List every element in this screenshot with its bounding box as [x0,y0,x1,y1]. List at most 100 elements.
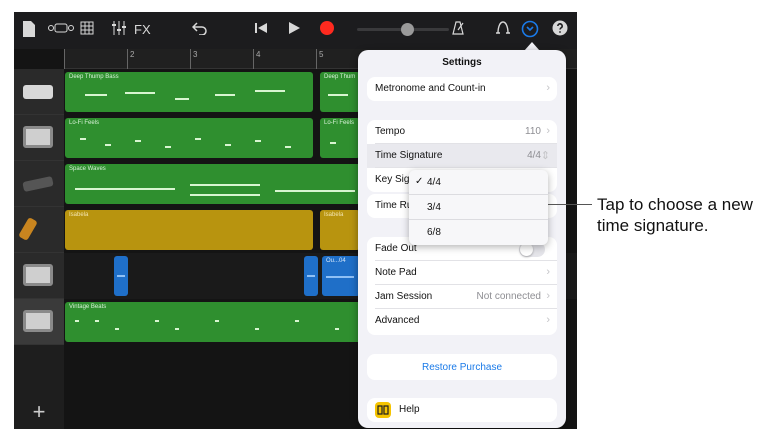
track-header-isabela[interactable] [14,207,64,253]
settings-group-help: Help [367,398,557,422]
help-row[interactable]: Help [367,398,557,422]
maracas-icon [18,216,38,242]
jam-session-value: Not connected [476,291,542,302]
audio-region-out-04[interactable]: Ou...04 [322,256,360,296]
note [190,194,260,196]
track-header-space[interactable] [14,161,64,207]
add-track-button[interactable]: + [28,399,50,425]
undo-icon[interactable] [191,20,208,40]
region-deep-thump-bass[interactable]: Deep Thump Bass [65,72,313,112]
time-signature-option-6-8[interactable]: 6/8 [409,220,548,245]
tempo-label: Tempo [375,126,406,137]
callout-line-1: Tap to choose a new [597,195,753,214]
note [335,328,339,330]
restore-purchase-group: Restore Purchase [367,354,557,380]
track-headers: + [14,69,64,429]
metronome-icon[interactable] [450,20,466,41]
callout-line-2: time signature. [597,216,709,235]
ruler-bar-1-tick [64,49,65,69]
ruler-bar-5: 5 [316,49,323,69]
region-name: Lo-Fi Feels [69,120,100,126]
note [285,146,291,148]
jam-session-row[interactable]: Jam Session Not connected › [367,285,557,309]
region-deep-thump-bass-2[interactable]: Deep Thum [320,72,360,112]
jam-session-label: Jam Session [375,291,433,302]
ruler-bar-4: 4 [253,49,260,69]
note-pad-label: Note Pad [375,267,417,278]
track-header-lofi[interactable] [14,115,64,161]
option-label: 4/4 [427,177,441,188]
note-pad-row[interactable]: Note Pad › [367,261,557,285]
chevron-right-icon: › [546,314,550,326]
track-header-vintage[interactable] [14,299,64,345]
region-isabela-2[interactable]: Isabela [320,210,360,250]
play-icon[interactable] [287,20,301,40]
audio-region[interactable] [304,256,318,296]
synth-keyboard-icon [22,175,54,193]
settings-group-options: Fade Out Note Pad › Jam Session Not conn… [367,237,557,335]
chevron-right-icon: › [546,290,550,302]
region-name: Isabela [69,212,89,218]
track-header-bass[interactable] [14,69,64,115]
fx-button[interactable]: FX [134,20,151,40]
region-lo-fi-feels-2[interactable]: Lo-Fi Feels [320,118,360,158]
note [115,328,119,330]
time-signature-menu: ✓ 4/4 3/4 6/8 [409,170,548,245]
region-space-waves[interactable]: Space Waves [65,164,361,204]
note [175,328,179,330]
ruler-bar-3: 3 [190,49,197,69]
note [80,138,86,140]
ruler-bar-label: 2 [130,50,135,59]
settings-icon[interactable] [521,20,539,43]
time-signature-option-4-4[interactable]: ✓ 4/4 [409,170,548,195]
note [195,138,201,140]
note [155,320,159,322]
note [85,94,107,96]
go-to-beginning-icon[interactable] [254,20,268,40]
note [295,320,299,322]
note [135,140,141,142]
chevron-right-icon: › [546,82,550,94]
time-signature-option-3-4[interactable]: 3/4 [409,195,548,220]
region-name: Isabela [324,212,344,218]
note [255,140,261,142]
volume-slider[interactable] [357,23,449,36]
time-signature-row[interactable]: Time Signature 4/4 ⇕ [367,144,557,168]
volume-slider-knob[interactable] [401,23,414,36]
option-label: 6/8 [427,227,441,238]
region-lo-fi-feels[interactable]: Lo-Fi Feels [65,118,313,158]
help-icon[interactable] [552,20,568,41]
my-songs-icon[interactable] [22,20,36,43]
audio-region[interactable] [114,256,128,296]
record-icon[interactable] [319,20,335,41]
browser-icon[interactable] [48,20,74,41]
loop-browser-icon[interactable] [495,20,511,41]
mixer-icon[interactable] [111,20,127,40]
note [95,320,99,322]
chevron-right-icon: › [546,266,550,278]
note [215,94,235,96]
advanced-row[interactable]: Advanced › [367,309,557,333]
tempo-row[interactable]: Tempo 110 › [367,120,557,144]
keyboard-instrument-icon [23,85,53,99]
note [75,320,79,322]
book-icon [375,402,391,418]
chevron-right-icon: › [546,125,550,137]
drum-machine-icon [23,264,53,286]
note [255,90,285,92]
region-name: Space Waves [69,166,106,172]
ruler-bar-label: 4 [256,50,261,59]
restore-purchase-button[interactable]: Restore Purchase [367,362,557,373]
metronome-count-in-row[interactable]: Metronome and Count-in › [367,77,557,101]
region-isabela[interactable]: Isabela [65,210,313,250]
note [225,144,231,146]
note [190,184,260,186]
chevron-updown-icon: ⇕ [540,150,550,162]
track-header-audio[interactable] [14,253,64,299]
note [328,94,348,96]
note [330,142,336,144]
region-vintage-beats[interactable]: Vintage Beats [65,302,361,342]
tracks-view-icon[interactable] [80,20,94,40]
help-label: Help [399,404,420,415]
metronome-label: Metronome and Count-in [375,83,486,94]
